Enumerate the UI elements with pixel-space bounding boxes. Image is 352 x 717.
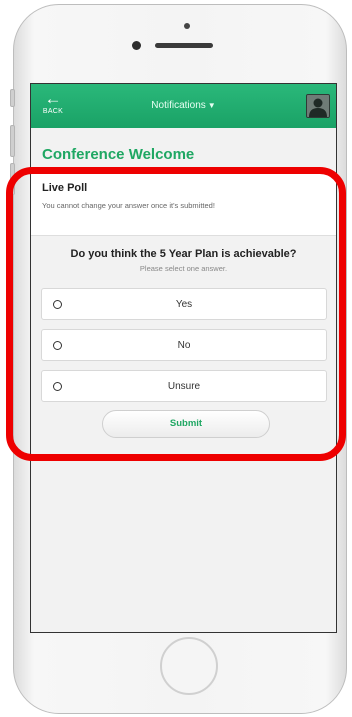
- top-navigation-bar: ← BACK Notifications ▼: [31, 84, 336, 128]
- notifications-dropdown[interactable]: Notifications ▼: [31, 100, 336, 111]
- volume-up-button: [10, 125, 15, 157]
- page-title: Conference Welcome: [42, 146, 195, 163]
- caret-down-icon: ▼: [207, 101, 216, 110]
- home-button[interactable]: [160, 637, 218, 695]
- mute-switch: [10, 89, 15, 107]
- front-sensor: [132, 41, 141, 50]
- speaker-grille: [155, 43, 213, 48]
- camera-icon: [184, 23, 190, 29]
- avatar[interactable]: [306, 94, 330, 118]
- annotation-highlight: [6, 167, 346, 461]
- notifications-label: Notifications: [151, 100, 206, 111]
- user-silhouette-icon: [307, 95, 329, 117]
